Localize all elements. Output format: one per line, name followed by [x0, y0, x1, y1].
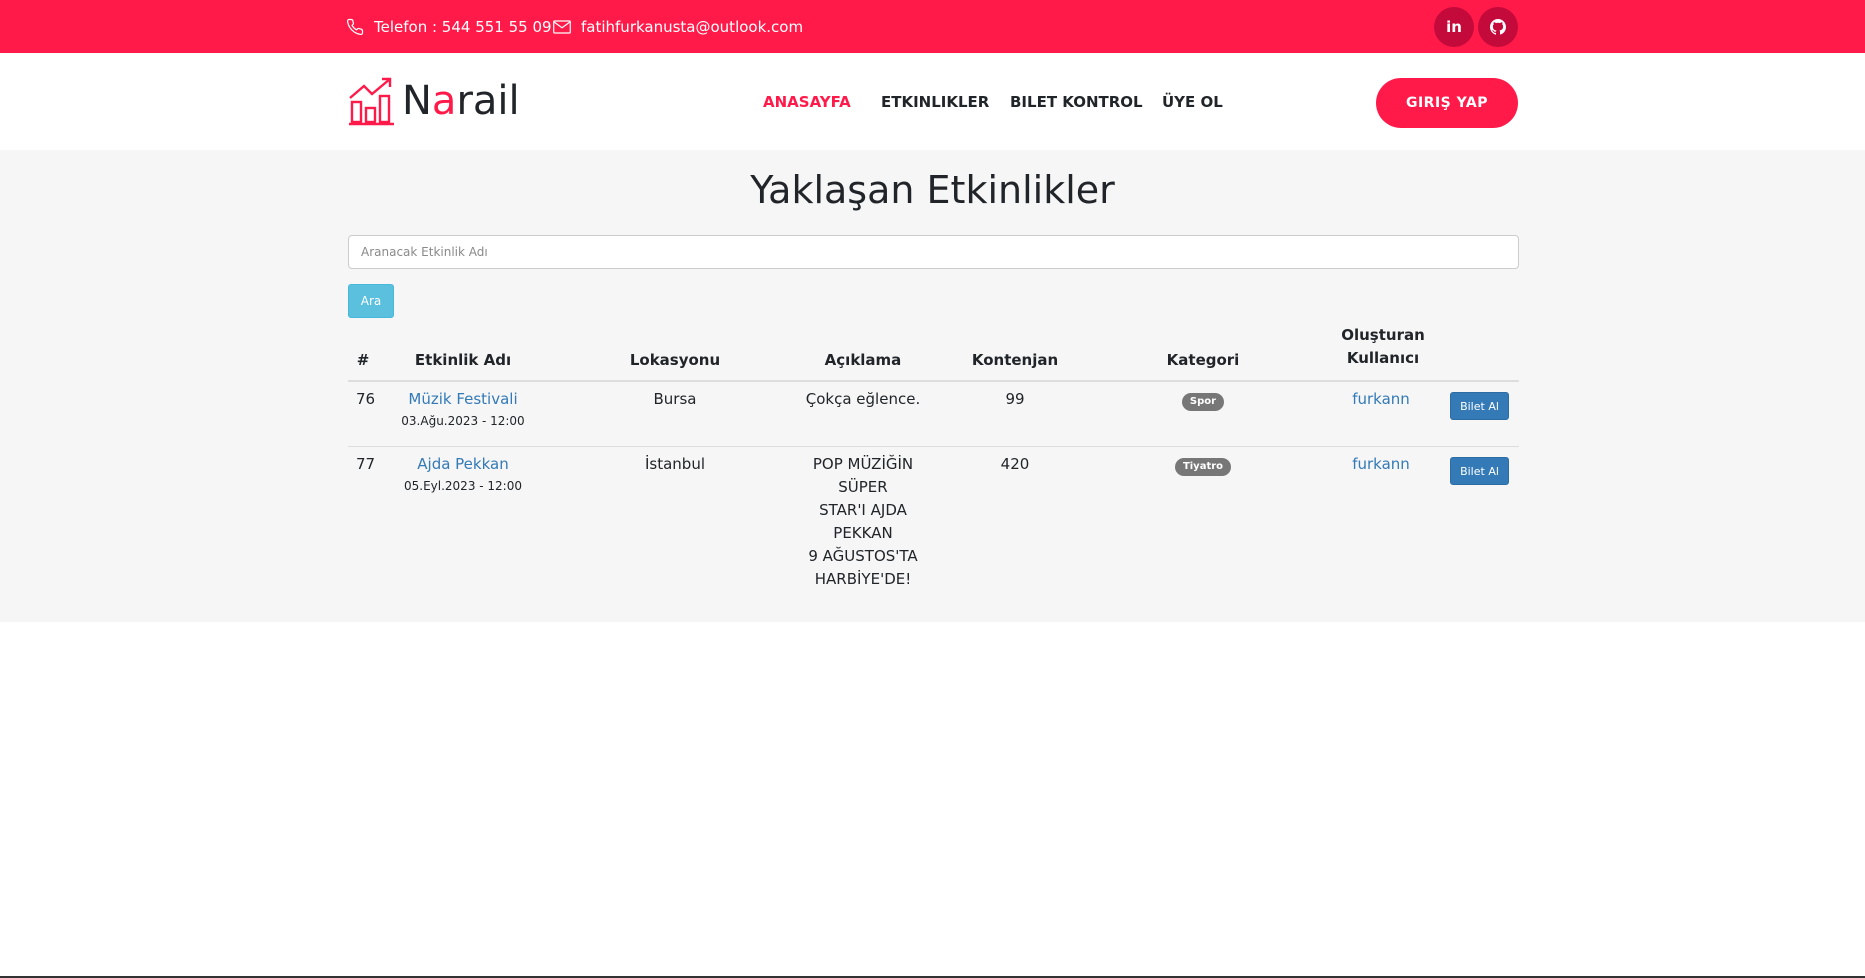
event-location: İstanbul	[644, 455, 705, 473]
event-creator-cell: furkann	[1316, 453, 1446, 476]
column-header-id: #	[356, 351, 370, 369]
linkedin-icon: in	[1446, 18, 1462, 36]
login-button[interactable]: GIRIŞ YAP	[1376, 78, 1518, 128]
event-creator-link[interactable]: furkann	[1352, 390, 1410, 408]
github-icon	[1490, 19, 1506, 35]
nav-item-anasayfa[interactable]: ANASAYFA	[763, 93, 851, 111]
event-id: 76	[356, 390, 376, 408]
event-name-link[interactable]: Müzik Festivali	[408, 390, 517, 408]
phone-icon	[346, 18, 364, 35]
description-line: STAR'I AJDA PEKKAN	[819, 501, 907, 542]
phone-contact: Telefon : 544 551 55 09	[346, 0, 552, 53]
description-line: 9 AĞUSTOS'TA	[808, 547, 918, 565]
event-date: 05.Eyl.2023 - 12:00	[404, 479, 522, 493]
table-header-divider	[348, 380, 1519, 382]
event-capacity: 420	[1000, 455, 1030, 473]
event-description: POP MÜZİĞİN SÜPER STAR'I AJDA PEKKAN 9 A…	[788, 453, 938, 591]
column-header-name: Etkinlik Adı	[414, 351, 512, 369]
column-header-location: Lokasyonu	[629, 351, 721, 369]
event-creator-cell: furkann	[1316, 388, 1446, 411]
event-id: 77	[356, 455, 376, 473]
column-header-creator: Oluşturan Kullanıcı	[1318, 322, 1448, 380]
column-header-category: Kategori	[1166, 351, 1240, 369]
event-name-cell: Ajda Pekkan 05.Eyl.2023 - 12:00	[388, 453, 538, 496]
nav-item-bilet-kontrol[interactable]: BILET KONTROL	[1010, 93, 1143, 111]
category-badge: Spor	[1181, 393, 1225, 411]
event-date: 03.Ağu.2023 - 12:00	[401, 414, 525, 428]
main-nav: ANASAYFA ETKINLIKLER BILET KONTROL ÜYE O…	[0, 53, 1865, 150]
event-location: Bursa	[653, 390, 697, 408]
buy-ticket-button[interactable]: Bilet Al	[1450, 457, 1509, 485]
column-header-description: Açıklama	[824, 351, 902, 369]
event-capacity: 99	[1005, 390, 1025, 408]
email-text[interactable]: fatihfurkanusta@outlook.com	[581, 18, 803, 36]
phone-text: Telefon : 544 551 55 09	[374, 17, 552, 36]
email-contact[interactable]: fatihfurkanusta@outlook.com	[553, 0, 803, 53]
row-divider	[348, 446, 1519, 447]
category-badge: Tiyatro	[1174, 458, 1232, 476]
nav-item-uye-ol[interactable]: ÜYE OL	[1162, 93, 1223, 111]
event-category-cell: Tiyatro	[1148, 453, 1258, 476]
event-search-input[interactable]	[348, 235, 1519, 269]
event-creator-link[interactable]: furkann	[1352, 455, 1410, 473]
column-header-creator-line2: Kullanıcı	[1346, 349, 1420, 367]
top-contact-bar: Telefon : 544 551 55 09 fatihfurkanusta@…	[0, 0, 1865, 53]
github-button[interactable]	[1478, 7, 1518, 47]
event-category-cell: Spor	[1148, 388, 1258, 411]
page-title: Yaklaşan Etkinlikler	[750, 168, 1115, 212]
event-description: Çokça eğlence.	[805, 390, 921, 408]
column-header-creator-line1: Oluşturan	[1341, 326, 1425, 344]
mail-icon	[553, 19, 571, 34]
description-line: HARBİYE'DE!	[814, 570, 912, 588]
column-header-capacity: Kontenjan	[971, 351, 1059, 369]
nav-item-etkinlikler[interactable]: ETKINLIKLER	[881, 93, 989, 111]
event-name-link[interactable]: Ajda Pekkan	[417, 455, 508, 473]
linkedin-button[interactable]: in	[1434, 7, 1474, 47]
description-line: POP MÜZİĞİN SÜPER	[812, 455, 914, 496]
search-button[interactable]: Ara	[348, 284, 394, 318]
events-section: Yaklaşan Etkinlikler Ara # Etkinlik Adı …	[0, 150, 1865, 622]
event-name-cell: Müzik Festivali 03.Ağu.2023 - 12:00	[388, 388, 538, 431]
buy-ticket-button[interactable]: Bilet Al	[1450, 392, 1509, 420]
